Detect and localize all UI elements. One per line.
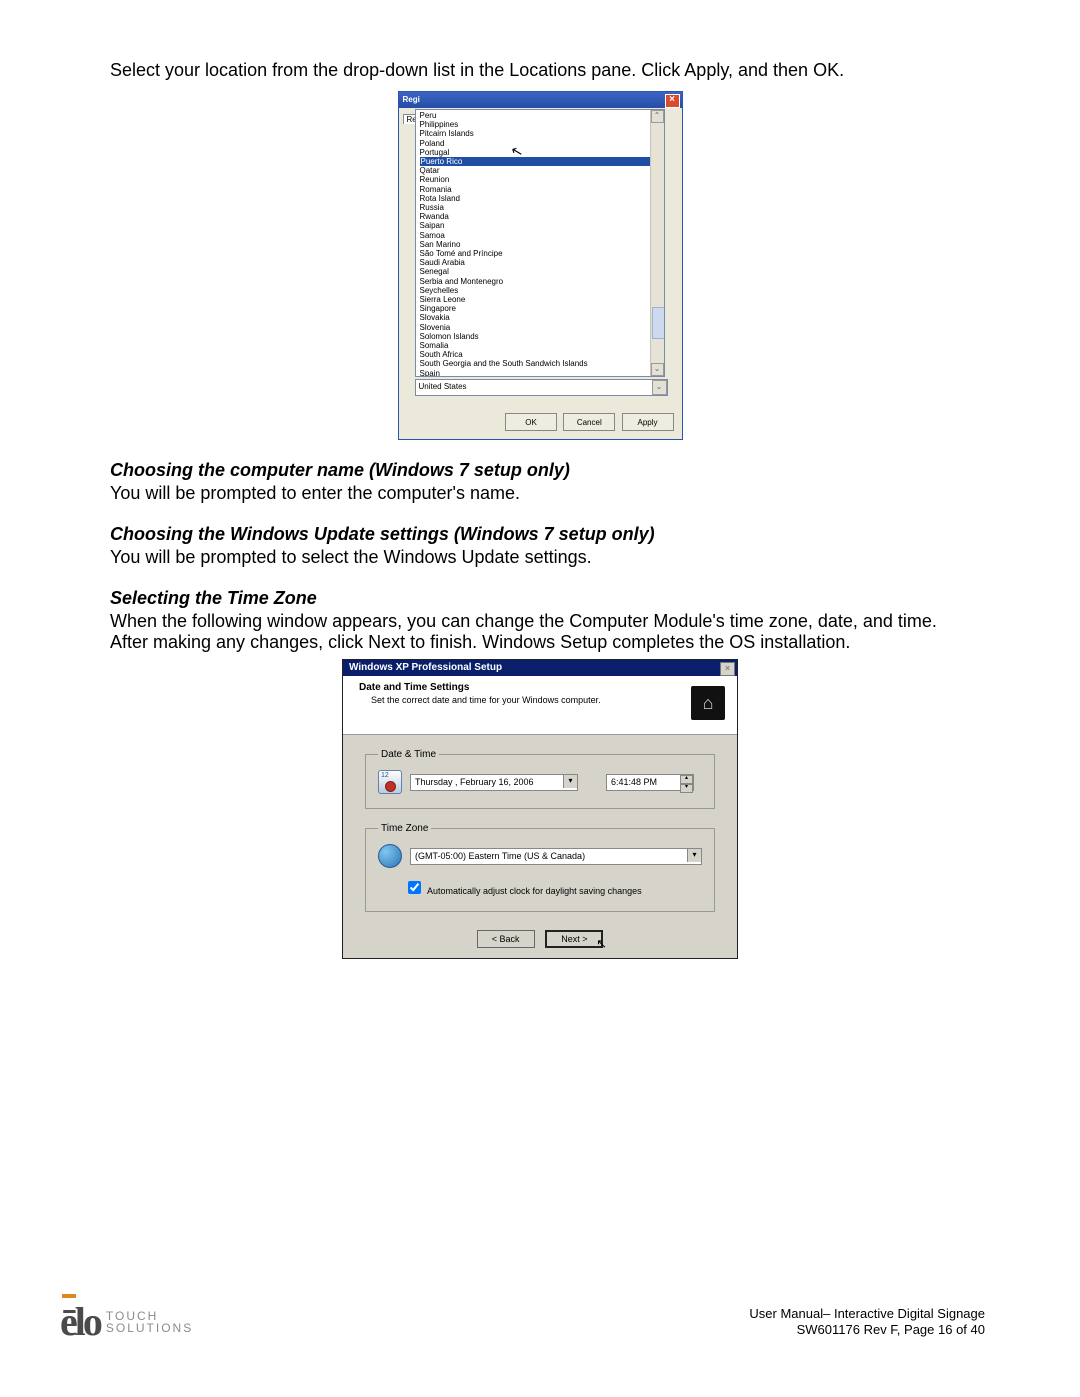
list-item[interactable]: Pitcairn Islands	[420, 129, 664, 138]
list-item[interactable]: Slovenia	[420, 323, 664, 332]
para-computer-name: You will be prompted to enter the comput…	[110, 483, 970, 504]
location-listbox[interactable]: PeruPhilippinesPitcairn IslandsPolandPor…	[415, 109, 665, 377]
list-item[interactable]: Seychelles	[420, 286, 664, 295]
para-windows-update: You will be prompted to select the Windo…	[110, 547, 970, 568]
title-text: Regi	[403, 95, 420, 104]
group-label: Time Zone	[378, 823, 431, 834]
list-item[interactable]: Qatar	[420, 166, 664, 175]
heading-windows-update: Choosing the Windows Update settings (Wi…	[110, 524, 970, 545]
doc-line2: SW601176 Rev F, Page 16 of 40	[749, 1322, 985, 1338]
dst-checkbox[interactable]	[408, 881, 421, 894]
doc-line1: User Manual– Interactive Digital Signage	[749, 1306, 985, 1322]
list-item[interactable]: Spain	[420, 369, 664, 377]
chevron-down-icon[interactable]: ⌄	[652, 380, 667, 395]
apply-button[interactable]: Apply	[622, 413, 674, 431]
list-item[interactable]: São Tomé and Príncipe	[420, 249, 664, 258]
date-field[interactable]: Thursday , February 16, 2006 ▾	[410, 774, 578, 791]
timezone-field[interactable]: (GMT-05:00) Eastern Time (US & Canada) ▾	[410, 848, 702, 865]
list-item[interactable]: Singapore	[420, 304, 664, 313]
time-field[interactable]: 6:41:48 PM ▴▾	[606, 774, 694, 791]
time-value: 6:41:48 PM	[611, 777, 657, 787]
region-dialog: Regi × Re PeruPhilippinesPitcairn Island…	[398, 91, 683, 440]
list-item[interactable]: Sierra Leone	[420, 295, 664, 304]
dialog-titlebar: Windows XP Professional Setup ×	[343, 660, 737, 676]
elo-logo: ēlo TOUCH SOLUTIONS	[60, 1298, 193, 1345]
next-button[interactable]: Next >	[545, 930, 603, 948]
list-item[interactable]: Serbia and Montenegro	[420, 277, 664, 286]
heading-timezone: Selecting the Time Zone	[110, 588, 970, 609]
list-item[interactable]: Senegal	[420, 267, 664, 276]
subheader-desc: Set the correct date and time for your W…	[371, 695, 737, 705]
list-item[interactable]: Reunion	[420, 175, 664, 184]
logo-line2: SOLUTIONS	[106, 1322, 193, 1334]
list-item[interactable]: San Marino	[420, 240, 664, 249]
date-time-group: Date & Time Thursday , February 16, 2006…	[365, 749, 715, 809]
list-item[interactable]: Philippines	[420, 120, 664, 129]
chevron-down-icon[interactable]: ▾	[687, 849, 701, 862]
calendar-icon	[378, 770, 402, 794]
dst-label: Automatically adjust clock for daylight …	[427, 886, 642, 896]
location-combo[interactable]: United States ⌄	[415, 379, 668, 396]
list-item[interactable]: Russia	[420, 203, 664, 212]
list-item[interactable]: Slovakia	[420, 313, 664, 322]
list-item[interactable]: Rota Island	[420, 194, 664, 203]
doc-footer: User Manual– Interactive Digital Signage…	[749, 1306, 985, 1338]
chevron-down-icon[interactable]: ▾	[563, 775, 577, 788]
timezone-group: Time Zone (GMT-05:00) Eastern Time (US &…	[365, 823, 715, 912]
time-spinner[interactable]: ▴▾	[680, 775, 693, 790]
scroll-thumb[interactable]	[652, 307, 665, 339]
list-item[interactable]: Saipan	[420, 221, 664, 230]
list-item[interactable]: Samoa	[420, 231, 664, 240]
list-item[interactable]: South Georgia and the South Sandwich Isl…	[420, 359, 664, 368]
list-item[interactable]: Puerto Rico	[420, 157, 651, 166]
dialog-titlebar: Regi ×	[399, 92, 682, 108]
back-button[interactable]: < Back	[477, 930, 535, 948]
logo-line1: TOUCH	[106, 1310, 193, 1322]
date-value: Thursday , February 16, 2006	[415, 777, 534, 787]
timezone-value: (GMT-05:00) Eastern Time (US & Canada)	[415, 851, 585, 861]
list-item[interactable]: Poland	[420, 139, 664, 148]
list-item[interactable]: Rwanda	[420, 212, 664, 221]
subheader: Date and Time Settings	[359, 682, 469, 693]
close-icon[interactable]: ×	[720, 662, 735, 676]
title-text: Windows XP Professional Setup	[349, 662, 502, 673]
globe-icon	[378, 844, 402, 868]
cursor-icon: ↖	[596, 936, 607, 952]
list-item[interactable]: South Africa	[420, 350, 664, 359]
list-item[interactable]: Romania	[420, 185, 664, 194]
scrollbar[interactable]: ⌃ ⌄	[650, 110, 664, 376]
setup-disc-icon: ⌂	[691, 686, 725, 720]
cancel-button[interactable]: Cancel	[563, 413, 615, 431]
group-label: Date & Time	[378, 749, 439, 760]
list-item[interactable]: Solomon Islands	[420, 332, 664, 341]
scroll-up-icon[interactable]: ⌃	[651, 110, 664, 123]
intro-text: Select your location from the drop-down …	[110, 60, 970, 81]
list-item[interactable]: Saudi Arabia	[420, 258, 664, 267]
heading-computer-name: Choosing the computer name (Windows 7 se…	[110, 460, 970, 481]
list-item[interactable]: Somalia	[420, 341, 664, 350]
ok-button[interactable]: OK	[505, 413, 557, 431]
list-item[interactable]: Peru	[420, 111, 664, 120]
dst-checkbox-row: Automatically adjust clock for daylight …	[404, 878, 702, 897]
scroll-down-icon[interactable]: ⌄	[651, 363, 664, 376]
list-item[interactable]: Portugal	[420, 148, 664, 157]
para-timezone: When the following window appears, you c…	[110, 611, 970, 653]
combo-value: United States	[419, 382, 467, 391]
close-icon[interactable]: ×	[665, 94, 680, 108]
datetime-dialog: Windows XP Professional Setup × Date and…	[342, 659, 738, 959]
